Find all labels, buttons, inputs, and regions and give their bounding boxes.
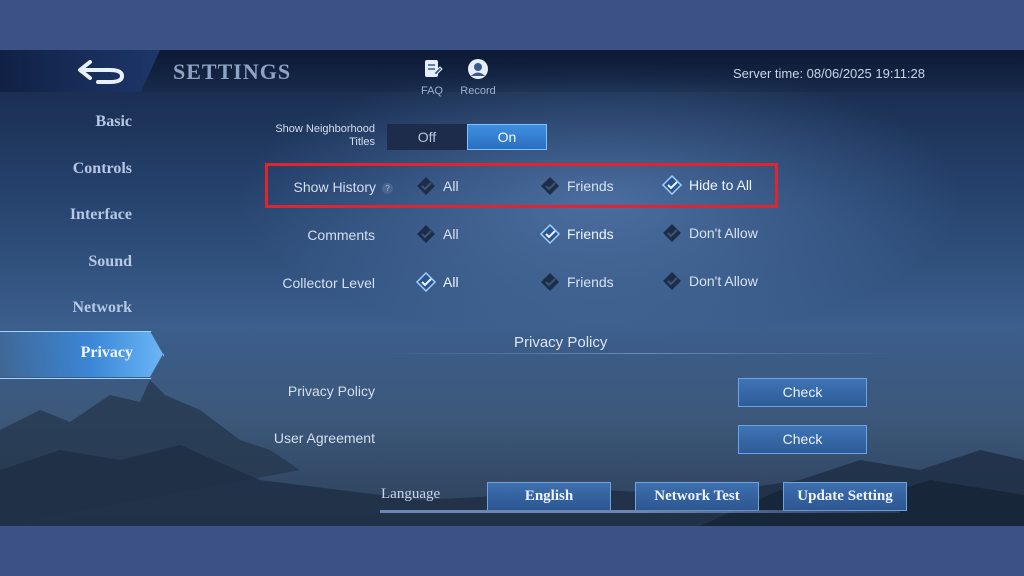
toggle-off-option[interactable]: Off bbox=[387, 124, 467, 150]
checkmark-diamond-icon bbox=[415, 271, 437, 293]
privacy-policy-section-title: Privacy Policy bbox=[514, 334, 608, 351]
diamond-icon bbox=[541, 273, 559, 291]
server-time: Server time: 08/06/2025 19:11:28 bbox=[733, 66, 925, 81]
update-setting-button[interactable]: Update Setting bbox=[783, 482, 907, 511]
option-label: Don't Allow bbox=[689, 225, 758, 241]
record-icon bbox=[468, 59, 488, 79]
sidebar-item-privacy[interactable]: Privacy bbox=[0, 331, 164, 379]
sidebar-item-network[interactable]: Network bbox=[0, 299, 132, 317]
neighborhood-label: Show Neighborhood Titles bbox=[255, 123, 375, 149]
settings-sidebar: Basic Controls Interface Sound Network bbox=[0, 92, 170, 526]
page-title: SETTINGS bbox=[173, 59, 292, 84]
comments-label: Comments bbox=[307, 227, 375, 243]
sidebar-item-interface[interactable]: Interface bbox=[0, 206, 132, 224]
faq-button[interactable]: FAQ bbox=[412, 58, 452, 97]
user-agreement-label: User Agreement bbox=[273, 430, 375, 446]
option-label: Don't Allow bbox=[689, 273, 758, 289]
option-label: Friends bbox=[567, 274, 614, 290]
privacy-policy-check-button[interactable]: Check bbox=[738, 378, 867, 407]
diamond-icon bbox=[663, 224, 681, 242]
faq-icon bbox=[425, 60, 443, 77]
option-label: Friends bbox=[567, 226, 614, 242]
toggle-on-option[interactable]: On bbox=[467, 124, 547, 150]
network-test-button[interactable]: Network Test bbox=[635, 482, 759, 511]
neighborhood-label-line1: Show Neighborhood bbox=[275, 123, 375, 135]
option-label: All bbox=[443, 226, 459, 242]
section-divider bbox=[380, 353, 900, 354]
back-button[interactable] bbox=[0, 50, 160, 92]
neighborhood-toggle[interactable]: Off On bbox=[387, 124, 547, 150]
record-button[interactable]: Record bbox=[458, 58, 498, 97]
language-label: Language bbox=[381, 486, 441, 502]
diamond-icon bbox=[663, 272, 681, 290]
privacy-policy-label: Privacy Policy bbox=[287, 383, 375, 399]
sidebar-item-label: Privacy bbox=[80, 344, 133, 361]
back-arrow-icon bbox=[78, 60, 125, 84]
scroll-indicator bbox=[380, 510, 900, 513]
checkmark-diamond-icon bbox=[539, 223, 561, 245]
sidebar-item-sound[interactable]: Sound bbox=[0, 253, 132, 271]
sidebar-item-basic[interactable]: Basic bbox=[0, 113, 132, 131]
record-label: Record bbox=[460, 85, 496, 97]
faq-label: FAQ bbox=[420, 85, 443, 97]
option-label: All bbox=[443, 274, 459, 290]
collector-level-label: Collector Level bbox=[282, 275, 375, 291]
neighborhood-label-line2: Titles bbox=[349, 136, 375, 148]
sidebar-item-controls[interactable]: Controls bbox=[0, 160, 132, 178]
highlight-annotation-box bbox=[265, 163, 778, 208]
user-agreement-check-button[interactable]: Check bbox=[738, 425, 867, 454]
diamond-icon bbox=[417, 225, 435, 243]
language-button[interactable]: English bbox=[487, 482, 611, 511]
settings-screen: SETTINGS FAQ Record Server time: 08/06/2… bbox=[0, 50, 1024, 526]
